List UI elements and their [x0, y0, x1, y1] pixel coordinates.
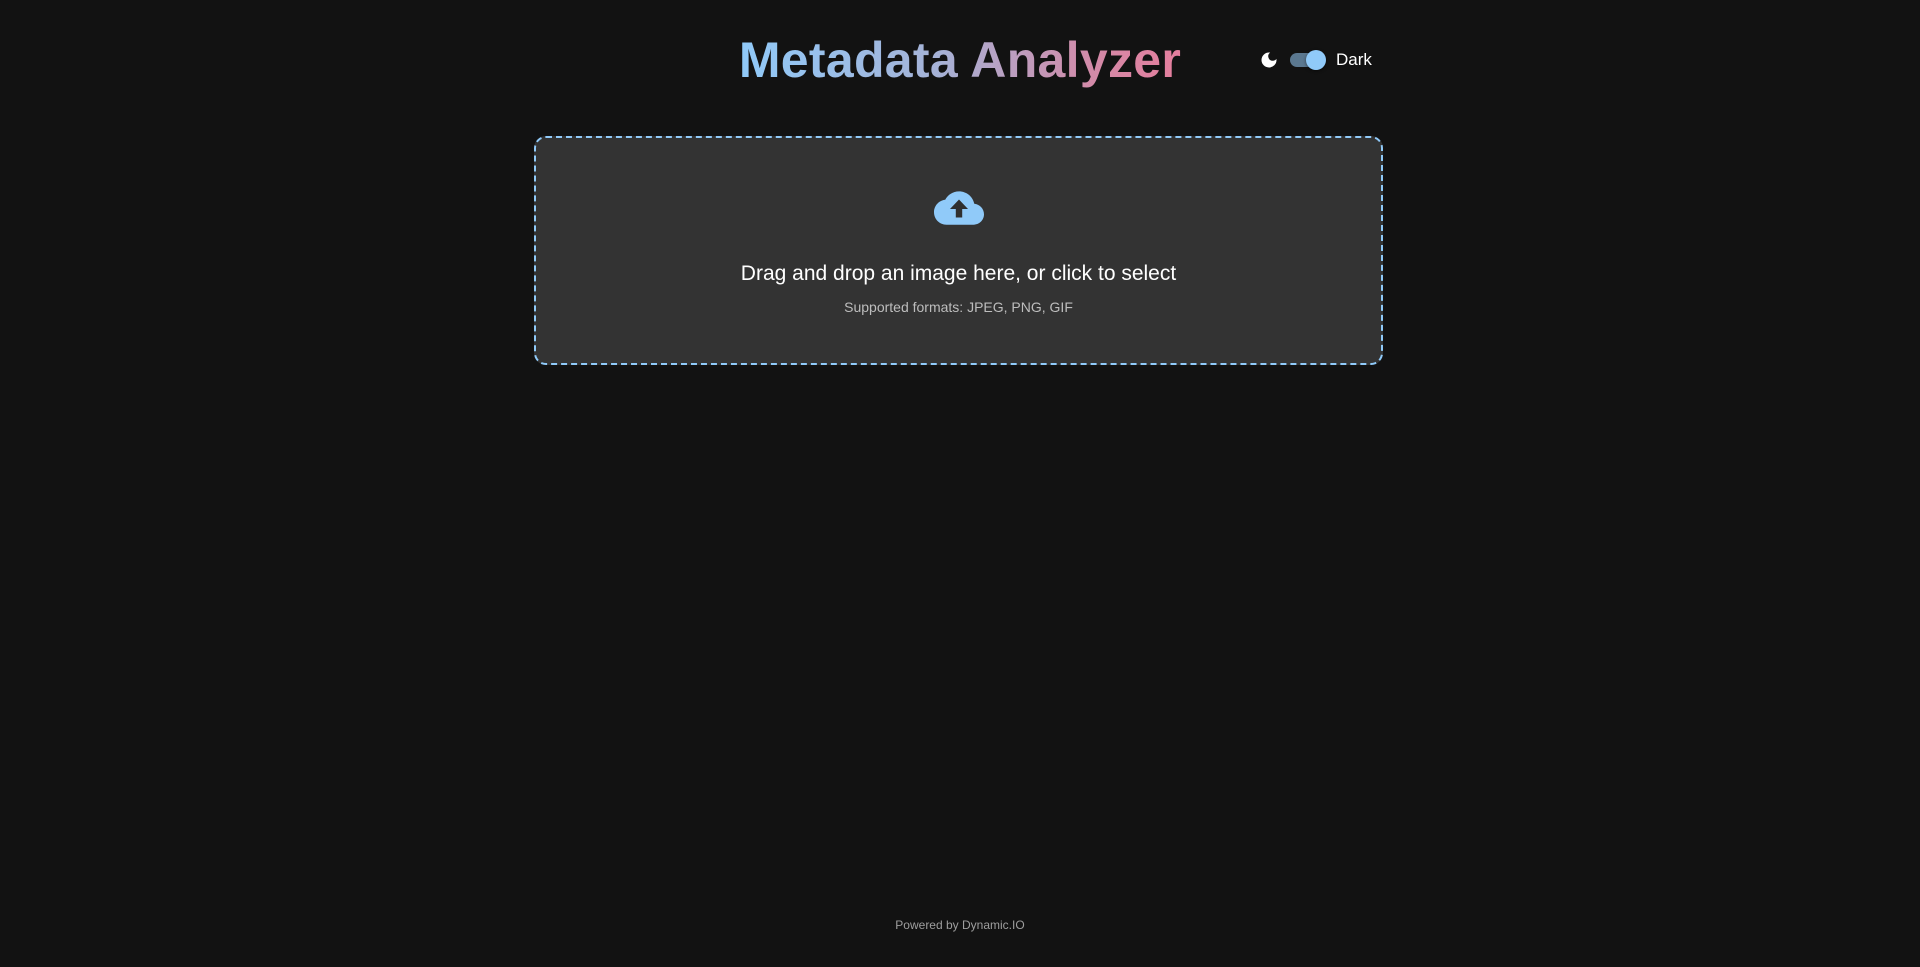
drop-instructions: Drag and drop an image here, or click to… — [740, 262, 1177, 285]
page: Metadata Analyzer Dark Drag and drop an … — [0, 0, 1920, 967]
theme-label: Dark — [1336, 50, 1372, 69]
supported-formats: Supported formats: JPEG, PNG, GIF — [844, 299, 1073, 315]
moon-icon — [1258, 49, 1280, 71]
app-title-text: Metadata Analyzer — [738, 32, 1182, 88]
upload-drop-zone[interactable]: Drag and drop an image here, or click to… — [534, 136, 1383, 365]
dark-mode-switch[interactable] — [1286, 48, 1328, 72]
switch-thumb[interactable] — [1306, 50, 1326, 70]
theme-toggle: Dark — [1258, 48, 1372, 72]
cloud-upload-icon — [934, 190, 984, 226]
footer-powered-by: Powered by Dynamic.IO — [895, 918, 1025, 932]
app-title: Metadata Analyzer — [0, 30, 1920, 90]
